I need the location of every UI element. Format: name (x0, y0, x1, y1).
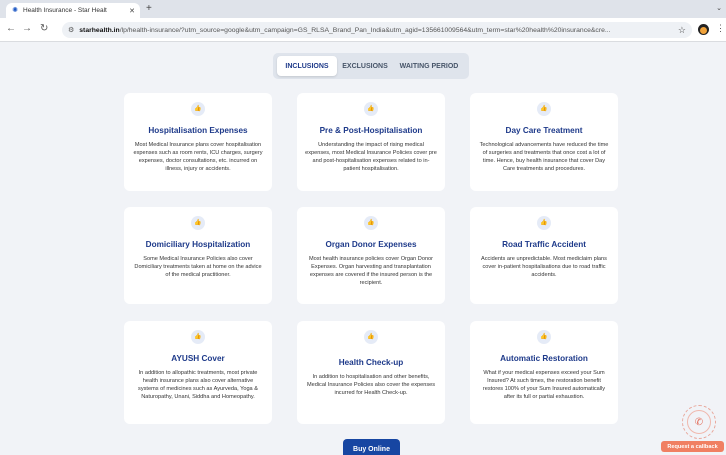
thumbs-up-icon: 👍 (191, 330, 205, 344)
new-tab-icon[interactable]: + (146, 3, 152, 15)
thumbs-up-icon: 👍 (537, 216, 551, 230)
url-field[interactable]: ⚙ starhealth.in /lp/health-insurance/?ut… (62, 22, 692, 38)
browser-tab-title: Health Insurance - Star Healt (23, 7, 107, 14)
browser-tab-bar: ✺ Health Insurance - Star Healt ✕ + ⌄ (0, 0, 726, 18)
benefit-card: 👍 Automatic Restoration What if your med… (470, 321, 618, 424)
tab-inclusions[interactable]: INCLUSIONS (277, 56, 337, 76)
browser-tab[interactable]: ✺ Health Insurance - Star Healt ✕ (6, 3, 140, 18)
url-path: /lp/health-insurance/?utm_source=google&… (119, 26, 611, 34)
tab-waiting-period[interactable]: WAITING PERIOD (393, 56, 465, 76)
card-text: Most health insurance policies cover Org… (308, 256, 434, 286)
card-title: AYUSH Cover (171, 354, 225, 363)
benefit-card: 👍 Domiciliary Hospitalization Some Medic… (124, 207, 272, 304)
card-title: Day Care Treatment (505, 126, 583, 135)
thumbs-up-icon: 👍 (537, 102, 551, 116)
card-title: Organ Donor Expenses (325, 240, 417, 249)
card-title: Domiciliary Hospitalization (145, 240, 251, 249)
benefit-card: 👍 AYUSH Cover In addition to allopathic … (124, 321, 272, 424)
benefit-card: 👍 Road Traffic Accident Accidents are un… (470, 207, 618, 304)
benefit-card: 👍 Pre & Post-Hospitalisation Understandi… (297, 93, 445, 191)
site-settings-icon[interactable]: ⚙ (68, 26, 74, 34)
forward-icon[interactable]: → (22, 23, 32, 35)
address-bar: ← → ↻ ⚙ starhealth.in /lp/health-insuran… (0, 18, 726, 42)
card-text: Some Medical Insurance Policies also cov… (134, 256, 262, 278)
tab-exclusions[interactable]: EXCLUSIONS (337, 56, 393, 76)
thumbs-up-icon: 👍 (364, 102, 378, 116)
url-host: starhealth.in (79, 26, 120, 34)
benefit-card: 👍 Hospitalisation Expenses Most Medical … (124, 93, 272, 191)
card-text: Technological advancements have reduced … (479, 142, 609, 172)
benefit-card: 👍 Health Check-up In addition to hospita… (297, 321, 445, 424)
thumbs-up-icon: 👍 (537, 330, 551, 344)
thumbs-up-icon: 👍 (191, 102, 205, 116)
callback-widget[interactable]: ✆ (682, 405, 716, 439)
bookmark-star-icon[interactable]: ☆ (678, 25, 686, 36)
close-tab-icon[interactable]: ✕ (129, 7, 135, 15)
card-title: Hospitalisation Expenses (148, 126, 248, 135)
card-title: Automatic Restoration (500, 354, 588, 363)
star-health-favicon-icon: ✺ (12, 6, 18, 14)
thumbs-up-icon: 👍 (364, 330, 378, 344)
coverage-tabs: INCLUSIONS EXCLUSIONS WAITING PERIOD (273, 53, 469, 79)
card-text: Most Medical Insurance plans cover hospi… (133, 142, 263, 172)
card-text: Understanding the impact of rising medic… (305, 142, 437, 172)
browser-menu-icon[interactable]: ⋮ (716, 23, 725, 34)
benefit-card: 👍 Organ Donor Expenses Most health insur… (297, 207, 445, 304)
card-title: Road Traffic Accident (502, 240, 586, 249)
profile-avatar[interactable] (698, 24, 709, 35)
back-icon[interactable]: ← (6, 23, 16, 35)
thumbs-up-icon: 👍 (191, 216, 205, 230)
tab-search-chevron-icon[interactable]: ⌄ (716, 4, 722, 12)
thumbs-up-icon: 👍 (364, 216, 378, 230)
card-text: What if your medical expenses exceed you… (482, 370, 606, 400)
card-text: In addition to allopathic treatments, mo… (138, 370, 258, 400)
card-title: Pre & Post-Hospitalisation (319, 126, 423, 135)
reload-icon[interactable]: ↻ (40, 23, 48, 35)
request-callback-button[interactable]: Request a callback (661, 441, 724, 452)
card-title: Health Check-up (338, 358, 404, 367)
buy-online-button[interactable]: Buy Online (343, 439, 400, 455)
card-text: In addition to hospitalisation and other… (306, 374, 436, 396)
phone-icon: ✆ (687, 410, 711, 434)
benefit-card: 👍 Day Care Treatment Technological advan… (470, 93, 618, 191)
card-text: Accidents are unpredictable. Most medicl… (481, 256, 607, 278)
